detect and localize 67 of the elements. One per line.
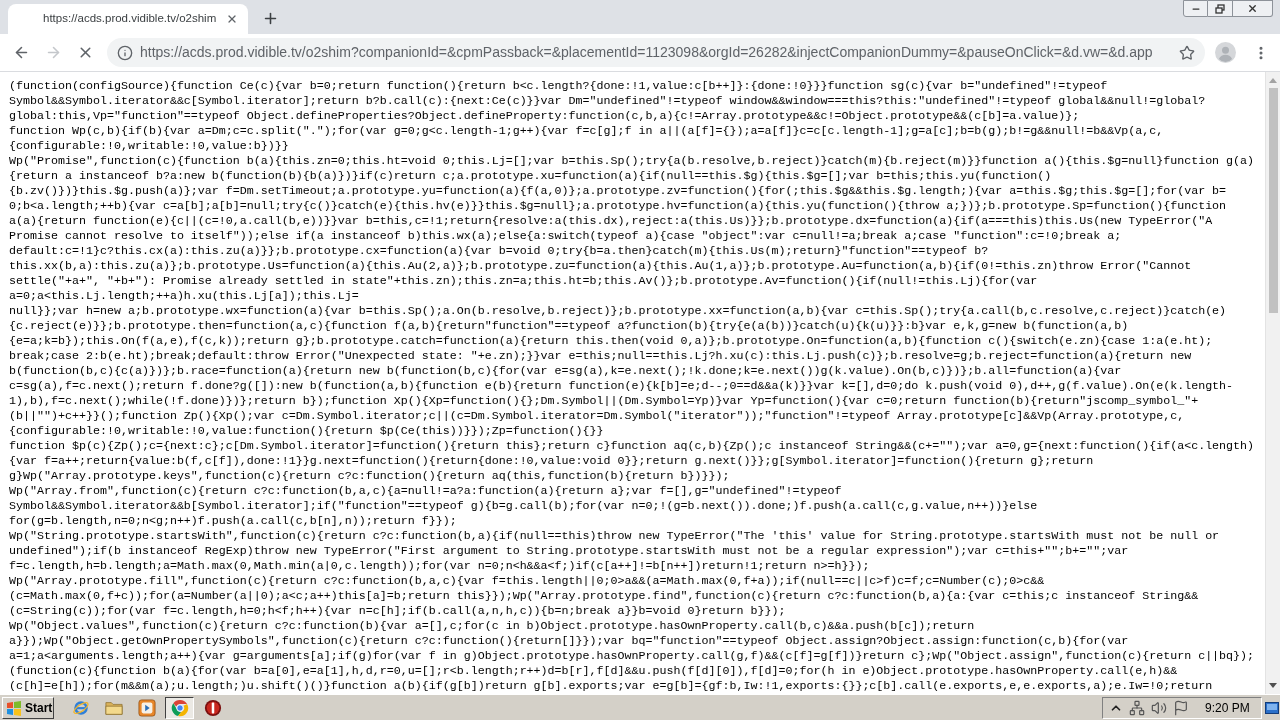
address-bar[interactable]: https://acds.prod.vidible.tv/o2shim?companionId=&cpmPassback=&placementId=1123098&orgId=26282&injectCompanionDummy=&pauseOnClick=&d.vw=&d.app xyxy=(107,38,1205,67)
windows-logo-icon xyxy=(6,699,22,716)
code-line: Wp("Array.from",function(c){return c?c:function(b,a,c){a=null!=a?a:function(a){return a};var f=[],g="undefined"!=typeof xyxy=(9,484,842,499)
code-line: a}});Wp("Object.getOwnPropertySymbols",function(c){return c?c:function(){return[]}});var bq="function"==typeof Object.assign?Object.assign:function(c,b){for(var xyxy=(9,634,1129,649)
code-line: c=sg(a),f=c.next();return f.done?g([]):new b(function(a,b){function e(b){return function(e){k[b]=e;d--;0==d&&a(k)}}var k=[],d=0;do k.push(void 0),d++,g(f.value).On(e(k.length- xyxy=(9,379,1234,394)
code-line: Symbol&&Symbol.iterator&&b[Symbol.iterator];if("function"==typeof g){b=g.call(b);for(var n=0;!(g=b.next()).done;)f.push(a.call(c,g.value,n++))}else xyxy=(9,499,1038,514)
code-line: this.xx(b,a):this.zu(a)};b.prototype.Us=function(a){this.Au(2,a)};b.prototype.zu=function(a){this.Au(1,a)};b.prototype.Au=function(a,b){if(0!=this.zn)throw Error("Cannot xyxy=(9,259,1192,274)
code-line: (function(configSource){function Ce(c){var b=0;return function(){return b<c.length?{done:!1,value:c[b++]}:{done:!0}}}function sg(c){var b="undefined"!=typeof xyxy=(9,79,1108,94)
star-icon[interactable] xyxy=(1179,44,1195,61)
info-icon[interactable] xyxy=(117,44,133,61)
speaker-icon[interactable] xyxy=(1151,699,1167,716)
code-line: g}Wp("Array.prototype.keys",function(c){return c?c:function(){return aq(this,function(b){return b})}}); xyxy=(9,469,730,484)
code-line: (c=Math.max(0,f+c));for(a=Number(a||0);a<c;a++)this[a]=b;return this}});Wp("Array.prototype.find",function(c){return c?c:function(b,a){a:{var c=this;c instanceof String&& xyxy=(9,589,1199,604)
network-icon[interactable] xyxy=(1129,699,1145,716)
code-line: null}};var h=new a;b.prototype.wx=function(a){var b=this.Sp();a.On(b.resolve,b.reject)};b.prototype.xx=function(a,b){var c=this.Sp();try{a.call(b,c.resolve,c.reject)}catch(e) xyxy=(9,304,1227,319)
code-line: Wp("Array.prototype.fill",function(c){return c?c:function(b,a,c){var f=this.length||0;0>a&&(a=Math.max(0,f+a));if(null==c||c>f)c=f;c=Number(c);0>c&& xyxy=(9,574,1045,589)
code-line: (b||"")+c++}}();function Zp(){Xp();var c=Dm.Symbol.iterator;c||(c=Dm.Symbol.iterator=Dm.Symbol("iterator"));"function"!=typeof Array.prototype[c]&&Vp(Array.prototype,c, xyxy=(9,409,1185,424)
url-text: https://acds.prod.vidible.tv/o2shim?companionId=&cpmPassback=&placementId=1123098&orgId=26282&injectCompanionDummy=&pauseOnClick=&d.vw=&d.app xyxy=(140,43,1153,62)
media-player-icon xyxy=(137,698,156,717)
code-line: Wp("String.prototype.startsWith",function(c){return c?c:function(b,a){if(null==this)throw new TypeError("The 'this' value for String.prototype.startsWith must not be null or xyxy=(9,529,1220,544)
tab-title: https://acds.prod.vidible.tv/o2shim xyxy=(43,11,217,27)
code-line: undefined");if(b instanceof RegExp)throw new TypeError("First argument to String.prototype.startsWith must not be a regular expression");var c=this+"";b+="";var xyxy=(9,544,1129,559)
close-icon xyxy=(1247,3,1258,14)
code-line: {var f=a++;return{value:b(f,c[f]),done:!1}}g.next=function(){return{done:!0,value:void 0}};return g.next()}};g[Symbol.iterator]=function(){return g};return xyxy=(9,454,1094,469)
code-line: settle("+a+", "+b+"): Promise already settled in state"+this.zn);this.zn=a;this.ht=b;this.Av()};b.prototype.Av=function(){if(null!=this.Lj){for(var xyxy=(9,274,1038,289)
restore-button[interactable] xyxy=(1208,0,1233,17)
scroll-down-arrow-icon[interactable] xyxy=(1269,683,1277,688)
code-line: break;case 2:b(e.ht);break;default:throw Error("Unexpected state: "+e.zn);}}var e=this;null==this.Lj?h.xu(c):this.Lj.push(c)};b.resolve=g;b.reject=function(a){return new xyxy=(9,349,1192,364)
code-line: (function(c){function b(a){for(var b=a[0],e=a[1],h,d,r=0,u=[];r<b.length;r++)d=b[r],f[d]&&u.push(f[d][0]),f[d]=0;for(h in e)Object.prototype.hasOwnProperty.call(e,h)&& xyxy=(9,664,1178,679)
ie-logo-icon xyxy=(71,698,90,717)
code-line: function $p(c){Zp();c={next:c};c[Dm.Symbol.iterator]=function(){return this};return c}function aq(c,b){Zp();c instanceof String&&(c+="");var a=0,g={next:function(){if(a<c.length) xyxy=(9,439,1255,454)
close-icon[interactable] xyxy=(226,13,238,25)
restore-icon xyxy=(1215,3,1225,14)
browser-tab[interactable]: https://acds.prod.vidible.tv/o2shim xyxy=(8,4,248,34)
code-line: a=1;a<arguments.length;a++){var g=arguments[a];if(g)for(var f in g)Object.prototype.hasOwnProperty.call(g,f)&&(c[f]=g[f])}return c};Wp("Object.assign",function(c){return c||bq}); xyxy=(9,649,1255,664)
code-line: {configurable:!0,writable:!0,value:function(){return $p(Ce(this))}});Zp=function(){}} xyxy=(9,424,604,439)
scrollbar-thumb[interactable] xyxy=(1268,88,1278,313)
code-line: for(g=b.length,n=0;n<g;n++)f.push(a.call(c,b[n],n));return f}}); xyxy=(9,514,457,529)
code-line: Promise cannot resolve to itself"));else if(a instanceof b)this.wx(a);else{a:switch(typeof a){case "object":var c=null!=a;break a;case "function":c=!0;break a; xyxy=(9,229,1122,244)
code-line: default:c=!1}c?this.cx(a):this.zu(a)}};b.prototype.cx=function(a){var b=void 0;try{b=a.then}catch(m){this.Us(m);return}"function"==typeof b? xyxy=(9,244,989,259)
code-line: 1),b),f=c.next();while(!f.done)})};return b});function Xp(){Xp=function(){};Dm.Symbol||(Dm.Symbol=Yp)}var Yp=function(){var c=0;return function(b){return"jscomp_symbol_"+ xyxy=(9,394,1199,409)
code-line: Wp("Object.values",function(c){return c?c:function(b){var a=[],c;for(c in b)Object.prototype.hasOwnProperty.call(b,c)&&a.push(b[c]);return xyxy=(9,619,975,634)
code-line: (c[h]=e[h]);for(m&&m(a);u.length;)u.shift()()}function a(b){if(g[b])return g[b].exports;var e=g[b]={gf:b,Iw:!1,exports:{}};c[b].call(e.exports,e,e.exports,a);e.Iw=!0;return xyxy=(9,679,1213,694)
code-line: {b.zv()})}this.$g.push(a)};var f=Dm.setTimeout;a.prototype.yu=function(a){f(a,0)};a.prototype.zv=function(){for(;this.$g&&this.$g.length;){var a=this.$g;this.$g=[];for(var b= xyxy=(9,184,1227,199)
clock[interactable]: 9:20 PM xyxy=(1205,698,1250,717)
code-line: Symbol&&Symbol.iterator&&c[Symbol.iterator];return b?b.call(c):{next:Ce(c)}}var Dm="undefined"!=typeof window&&window===this?this:"undefined"!=typeof global&&null!=global? xyxy=(9,94,1206,109)
show-desktop-icon[interactable] xyxy=(1265,701,1279,714)
scrollbar[interactable] xyxy=(1265,72,1280,694)
window-close-button[interactable] xyxy=(1233,0,1273,17)
start-button[interactable]: Start xyxy=(2,696,54,719)
code-line: a(a){return function(e){c||(c=!0,a.call(b,e))}}var b=this,c=!1;return{resolve:a(this.dx),reject:a(this.Us)}};b.prototype.dx=function(a){if(a===this)this.Us(new TypeError("A xyxy=(9,214,1213,229)
exclamation-disc-icon xyxy=(203,698,222,717)
code-line: b(function(b,c){c(a)})};b.race=function(a){return new b(function(b,c){for(var e=sg(a),k=e.next();!k.done;k=e.next())g(k.value).On(b,c)})};b.all=function(a){var xyxy=(9,364,1122,379)
chrome-logo-icon xyxy=(170,698,189,717)
code-line: function Wp(c,b){if(b){var a=Dm;c=c.split(".");for(var g=0;g<c.length-1;g++){var f=c[g];f in a||(a[f]={});a=a[f]}c=c[c.length-1];g=a[c];b=b(g);b!=g&&null!=b&&Vp(a,c, xyxy=(9,124,1164,139)
code-line: {e=a;k=b});this.On(f(a,e),f(c,k));return g};b.prototype.catch=function(a){return this.then(void 0,a)};b.prototype.On=function(a,b){function c(){switch(e.zn){case 1:a(e.ht); xyxy=(9,334,1213,349)
taskbar-app-button[interactable] xyxy=(165,696,194,719)
code-line: {return a instanceof b?a:new b(function(b){b(a)})}if(c)return c;a.prototype.xu=function(a){if(null==this.$g){this.$g=[];var b=this;this.yu(function() xyxy=(9,169,1052,184)
flag-icon[interactable] xyxy=(1173,699,1189,716)
code-line: (c=String(c));for(var f=c.length,h=0;h<f;h++){var n=c[h];if(b.call(a,n,h,c)){b=n;break a}}b=void 0}return b}}); xyxy=(9,604,786,619)
code-line: {c.reject(e)}};b.prototype.then=function(a,c){function f(a,b){return"function"==typeof a?function(b){try{e(a(b))}catch(u){k(u)}}:b}var e,k,g=new b(function(a,b) xyxy=(9,319,1129,334)
code-line: f=c.length,h=b.length;a=Math.max(0,Math.min(a|0,c.length));for(var n=0;n<h&&a<f;)if(c[a++]!=b[n++])return!1;return n>=h}}); xyxy=(9,559,870,574)
code-line: Wp("Promise",function(c){function b(a){this.zn=0;this.ht=void 0;this.Lj=[];var b=this.Sp();try{a(b.resolve,b.reject)}catch(m){b.reject(m)}}function a(){this.$g=null}function g(a) xyxy=(9,154,1255,169)
code-line: a=0;a<this.Lj.length;++a)h.xu(this.Lj[a]);this.Lj= xyxy=(9,289,359,304)
code-line: 0;b<a.length;++b){var c=a[b];a[b]=null;try{c()}catch(e){this.hv(e)}}this.$g=null};a.prototype.hv=function(a){this.yu(function(){throw a;})};b.prototype.Sp=function(){function xyxy=(9,199,1227,214)
code-line: {configurable:!0,writable:!0,value:b})}} xyxy=(9,139,289,154)
code-line: global:this,Vp="function"==typeof Object.defineProperties?Object.defineProperty:function(c,b,a){c!=Array.prototype&&c!=Object.prototype&&(c[b]=a.value)}; xyxy=(9,109,1080,124)
